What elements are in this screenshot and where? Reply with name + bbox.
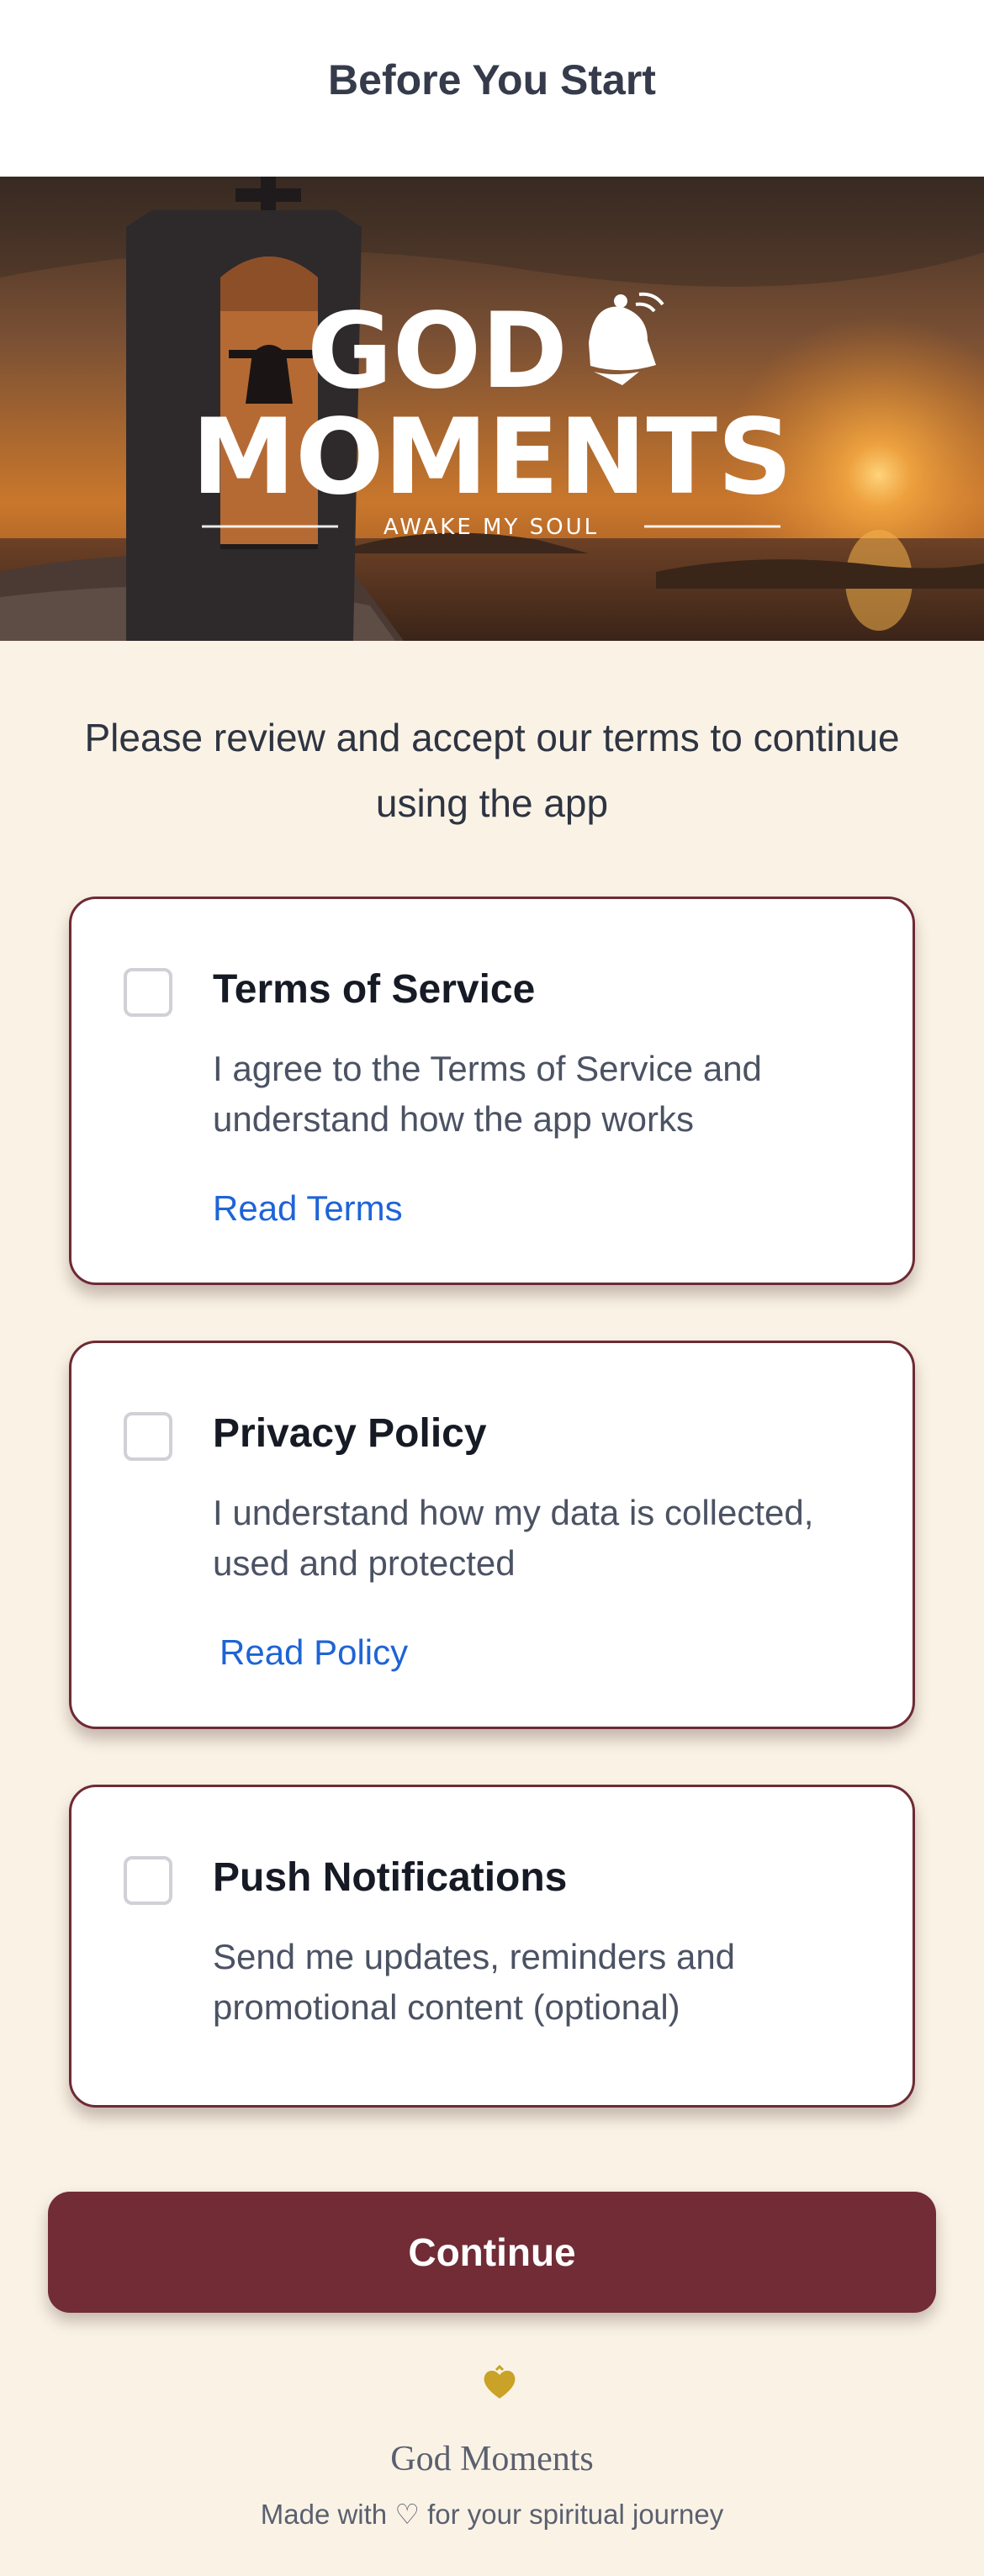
heart-icon — [484, 2365, 516, 2399]
terms-title: Terms of Service — [213, 967, 536, 1012]
page-title: Before You Start — [328, 56, 656, 103]
logo-line-moments: MOMENTS — [192, 397, 793, 518]
terms-description: I agree to the Terms of Service and unde… — [213, 1049, 762, 1139]
terms-checkbox[interactable] — [124, 968, 172, 1017]
push-notifications-description: Send me updates, reminders and promotion… — [213, 1937, 736, 2027]
privacy-card[interactable]: Privacy Policy I understand how my data … — [69, 1341, 915, 1729]
intro-text: Please review and accept our terms to co… — [84, 716, 900, 825]
read-terms-link[interactable]: Read Terms — [213, 1188, 403, 1229]
continue-button[interactable]: Continue — [48, 2192, 936, 2313]
privacy-description: I understand how my data is collected, u… — [213, 1493, 814, 1583]
terms-card[interactable]: Terms of Service I agree to the Terms of… — [69, 897, 915, 1285]
privacy-checkbox[interactable] — [124, 1412, 172, 1461]
hero-banner: GOD MOMENTS AWAKE MY SOUL — [0, 177, 984, 641]
app-header: Before You Start — [0, 0, 984, 177]
footer-tagline: Made with ♡ for your spiritual journey — [260, 2499, 724, 2530]
logo-line-god: GOD — [307, 291, 568, 412]
logo-tagline: AWAKE MY SOUL — [384, 515, 599, 540]
push-notifications-title: Push Notifications — [213, 1855, 568, 1900]
footer-brand: God Moments — [390, 2440, 594, 2478]
read-policy-link[interactable]: Read Policy — [220, 1632, 408, 1673]
hero-image: GOD MOMENTS AWAKE MY SOUL — [0, 177, 984, 641]
push-notifications-checkbox[interactable] — [124, 1856, 172, 1905]
push-notifications-card[interactable]: Push Notifications Send me updates, remi… — [69, 1785, 915, 2108]
privacy-title: Privacy Policy — [213, 1411, 487, 1456]
